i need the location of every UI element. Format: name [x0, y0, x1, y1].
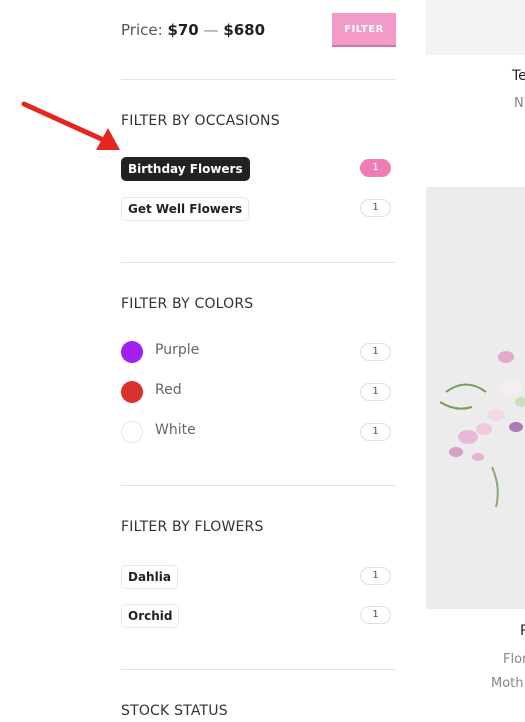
color-count: 1 — [360, 343, 391, 361]
divider — [121, 262, 396, 263]
flowers-title: FILTER BY FLOWERS — [121, 519, 264, 535]
product-image[interactable] — [426, 0, 525, 55]
purple-swatch[interactable] — [121, 341, 143, 363]
flower-count: 1 — [360, 606, 391, 624]
red-swatch[interactable] — [121, 381, 143, 403]
red-arrow-annotation — [21, 101, 120, 150]
color-item-purple[interactable]: Purple 1 — [121, 341, 391, 365]
product-category[interactable]: Moth — [491, 676, 524, 691]
flower-item-orchid[interactable]: Orchid 1 — [121, 604, 391, 628]
color-count: 1 — [360, 383, 391, 401]
color-count: 1 — [360, 423, 391, 441]
stock-status-title: STOCK STATUS — [121, 703, 228, 719]
price-min: $70 — [167, 21, 199, 39]
color-item-white[interactable]: White 1 — [121, 421, 391, 445]
color-label[interactable]: White — [155, 422, 196, 438]
price-max: $680 — [223, 21, 266, 39]
price-dash: — — [203, 21, 219, 39]
price-label: Price: — [121, 21, 163, 39]
flower-label[interactable]: Dahlia — [121, 565, 178, 589]
divider — [121, 485, 396, 486]
flower-count: 1 — [360, 567, 391, 585]
white-swatch[interactable] — [121, 421, 143, 443]
occasion-item-birthday-flowers[interactable]: Birthday Flowers 1 — [121, 157, 391, 181]
flower-label[interactable]: Orchid — [121, 604, 180, 628]
price-range-text: Price: $70 — $680 — [121, 21, 265, 39]
product-title[interactable]: Te — [512, 68, 525, 84]
colors-title: FILTER BY COLORS — [121, 296, 254, 312]
filter-button[interactable]: FILTER — [332, 13, 396, 47]
occasion-count: 1 — [360, 199, 391, 217]
color-item-red[interactable]: Red 1 — [121, 381, 391, 405]
occasion-count: 1 — [360, 159, 391, 177]
color-label[interactable]: Purple — [155, 342, 199, 358]
occasions-title: FILTER BY OCCASIONS — [121, 113, 280, 129]
color-label[interactable]: Red — [155, 382, 182, 398]
product-grid-column: Te N P Flor Moth — [426, 0, 525, 722]
product-title[interactable]: P — [520, 623, 525, 639]
product-category[interactable]: Flor — [503, 652, 525, 667]
divider — [121, 669, 396, 670]
price-filter: Price: $70 — $680 FILTER — [121, 13, 396, 47]
occasion-item-get-well-flowers[interactable]: Get Well Flowers 1 — [121, 197, 391, 221]
product-subtitle: N — [514, 96, 524, 111]
occasion-label[interactable]: Get Well Flowers — [121, 197, 250, 221]
flower-item-dahlia[interactable]: Dahlia 1 — [121, 565, 391, 589]
flower-arrangement-image — [426, 187, 525, 609]
divider — [121, 79, 396, 80]
occasion-label[interactable]: Birthday Flowers — [121, 157, 250, 181]
product-image[interactable] — [426, 187, 525, 609]
